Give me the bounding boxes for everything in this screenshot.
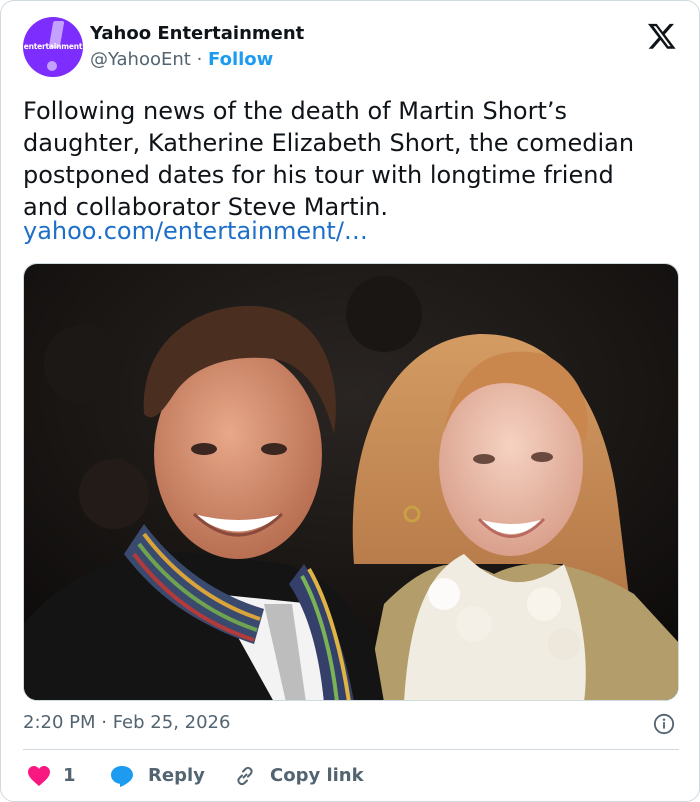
avatar[interactable]: entertainment: [23, 17, 83, 77]
tweet-timestamp[interactable]: 2:20 PM · Feb 25, 2026: [23, 712, 230, 733]
avatar-wordmark: entertainment: [23, 42, 83, 51]
reply-icon[interactable]: [109, 764, 135, 788]
info-icon[interactable]: [653, 713, 675, 735]
copy-link-button[interactable]: Copy link: [270, 765, 364, 786]
avatar-mark-dot: [47, 61, 57, 71]
tweet-text-line: Following news of the death of Martin Sh…: [23, 97, 567, 125]
tweet-text-line: postponed dates for his tour with longti…: [23, 161, 614, 189]
x-logo-icon[interactable]: [647, 21, 677, 51]
reply-button[interactable]: Reply: [148, 765, 205, 786]
article-link[interactable]: yahoo.com/entertainment/…: [23, 215, 368, 247]
link-icon[interactable]: [233, 764, 257, 788]
tweet-text: Following news of the death of Martin Sh…: [23, 95, 683, 223]
tweet-text-line: daughter, Katherine Elizabeth Short, the…: [23, 129, 635, 157]
tweet-photo[interactable]: [23, 263, 679, 701]
like-count[interactable]: 1: [63, 765, 76, 786]
account-handle[interactable]: @YahooEnt: [90, 49, 191, 70]
account-display-name[interactable]: Yahoo Entertainment: [90, 23, 304, 44]
follow-button[interactable]: Follow: [208, 49, 273, 70]
handle-row: @YahooEnt · Follow: [90, 49, 273, 70]
divider: [23, 749, 679, 750]
separator: ·: [196, 49, 203, 70]
photo-of-two-people: [24, 264, 678, 700]
heart-icon[interactable]: [27, 765, 51, 787]
tweet-card: entertainment Yahoo Entertainment @Yahoo…: [0, 0, 700, 802]
